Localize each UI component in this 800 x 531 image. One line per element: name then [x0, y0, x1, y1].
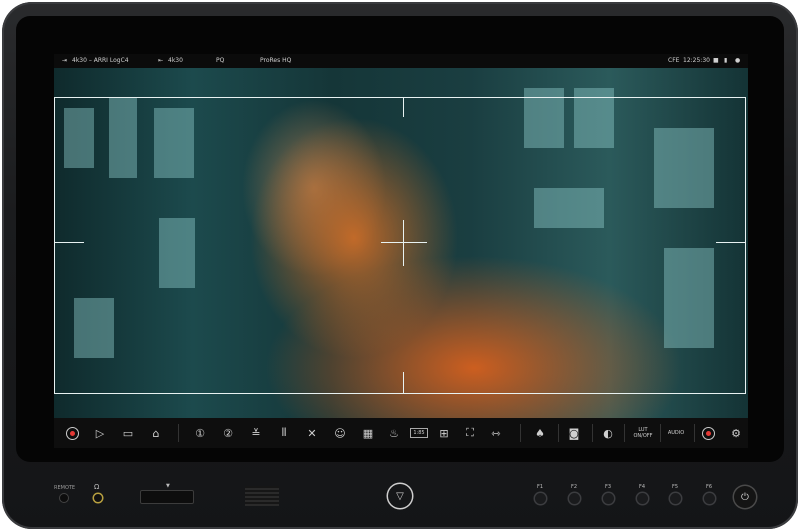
eject-icon: ▼	[166, 483, 170, 489]
frame-guide	[54, 97, 746, 394]
lock-icon: ■	[713, 57, 719, 64]
zoom-2-icon[interactable]: ②	[218, 423, 238, 443]
divider	[624, 424, 625, 442]
headphone-icon: Ω	[94, 483, 100, 491]
grid-icon[interactable]: ⊞	[434, 423, 454, 443]
bottom-toolbar: ▷ ▭ ⌂ ① ② ≚ ⦀ ✕ ☺ ▦ ♨ 1:85 ⊞ ⛶ ⇿ ♠ ◙ ◐ L…	[54, 418, 748, 448]
vectorscope-icon[interactable]: ⦀	[274, 423, 294, 443]
drop-icon[interactable]: ♠	[530, 423, 550, 443]
power-button[interactable]: ⏻	[734, 486, 756, 508]
record-icon[interactable]	[62, 423, 82, 443]
center-mark-top	[403, 97, 404, 117]
output-format: 4k30	[168, 57, 183, 64]
status-bar: ⇥ 4k30 – ARRI LogC4 ⇤ 4k30 PQ ProRes HQ …	[54, 54, 748, 68]
zoom-icon[interactable]: ①	[190, 423, 210, 443]
media-slot[interactable]	[140, 490, 194, 504]
divider	[660, 424, 661, 442]
headphone-jack[interactable]	[94, 494, 102, 502]
tag-icon[interactable]: ⌂	[146, 423, 166, 443]
function-key-f2[interactable]: F2	[564, 484, 584, 504]
speaker-grille	[245, 486, 279, 506]
function-key-f1[interactable]: F1	[530, 484, 550, 504]
power-icon: ⏻	[741, 491, 749, 503]
function-key-f4[interactable]: F4	[632, 484, 652, 504]
divider	[520, 424, 521, 442]
function-key-f5[interactable]: F5	[665, 484, 685, 504]
false-color-icon[interactable]: ♨	[384, 423, 404, 443]
f3-button[interactable]	[602, 493, 614, 504]
media-type: CFE	[668, 57, 680, 64]
atomos-logo-icon: ▽	[388, 484, 412, 508]
divider	[178, 424, 179, 442]
remote-label: REMOTE	[54, 485, 76, 491]
record-button-icon[interactable]	[698, 423, 718, 443]
divider	[592, 424, 593, 442]
audio-button[interactable]: AUDIO	[662, 423, 690, 443]
location-icon: ●	[735, 57, 741, 64]
function-key-f6[interactable]: F6	[699, 484, 719, 504]
divider	[558, 424, 559, 442]
aspect-ratio-button[interactable]: 1:85	[409, 423, 429, 443]
input-icon: ⇥	[62, 57, 68, 64]
center-mark-left	[54, 242, 84, 243]
crosshair-horizontal	[381, 242, 427, 243]
f1-button[interactable]	[534, 493, 546, 504]
codec: ProRes HQ	[260, 57, 292, 64]
remote-port[interactable]	[60, 494, 68, 502]
frame-guides-icon[interactable]: ⛶	[460, 423, 480, 443]
battery-icon: ▮	[724, 57, 728, 64]
center-mark-right	[716, 242, 746, 243]
lut-toggle-button[interactable]: LUT ON/OFF	[628, 423, 658, 443]
f6-button[interactable]	[703, 493, 715, 504]
play-icon[interactable]: ▷	[90, 423, 110, 443]
crosshair-vertical	[403, 220, 404, 266]
face-detect-icon[interactable]: ☺	[330, 423, 350, 443]
stop-icon[interactable]: ▭	[118, 423, 138, 443]
output-icon: ⇤	[158, 57, 164, 64]
zebra-icon[interactable]: ▦	[358, 423, 378, 443]
f4-button[interactable]	[636, 493, 648, 504]
input-format: 4k30 – ARRI LogC4	[72, 57, 129, 64]
anamorphic-icon[interactable]: ⇿	[486, 423, 506, 443]
hdr-mode: PQ	[216, 57, 225, 64]
snapshot-icon[interactable]: ◙	[564, 423, 584, 443]
clock: 12:25:30	[683, 57, 710, 64]
settings-gear-icon[interactable]: ⚙	[726, 423, 746, 443]
divider	[694, 424, 695, 442]
focus-peaking-icon[interactable]: ✕	[302, 423, 322, 443]
color-icon[interactable]: ◐	[598, 423, 618, 443]
function-key-f3[interactable]: F3	[598, 484, 618, 504]
f2-button[interactable]	[568, 493, 580, 504]
center-mark-bottom	[403, 372, 404, 394]
f5-button[interactable]	[669, 493, 681, 504]
waveform-icon[interactable]: ≚	[246, 423, 266, 443]
